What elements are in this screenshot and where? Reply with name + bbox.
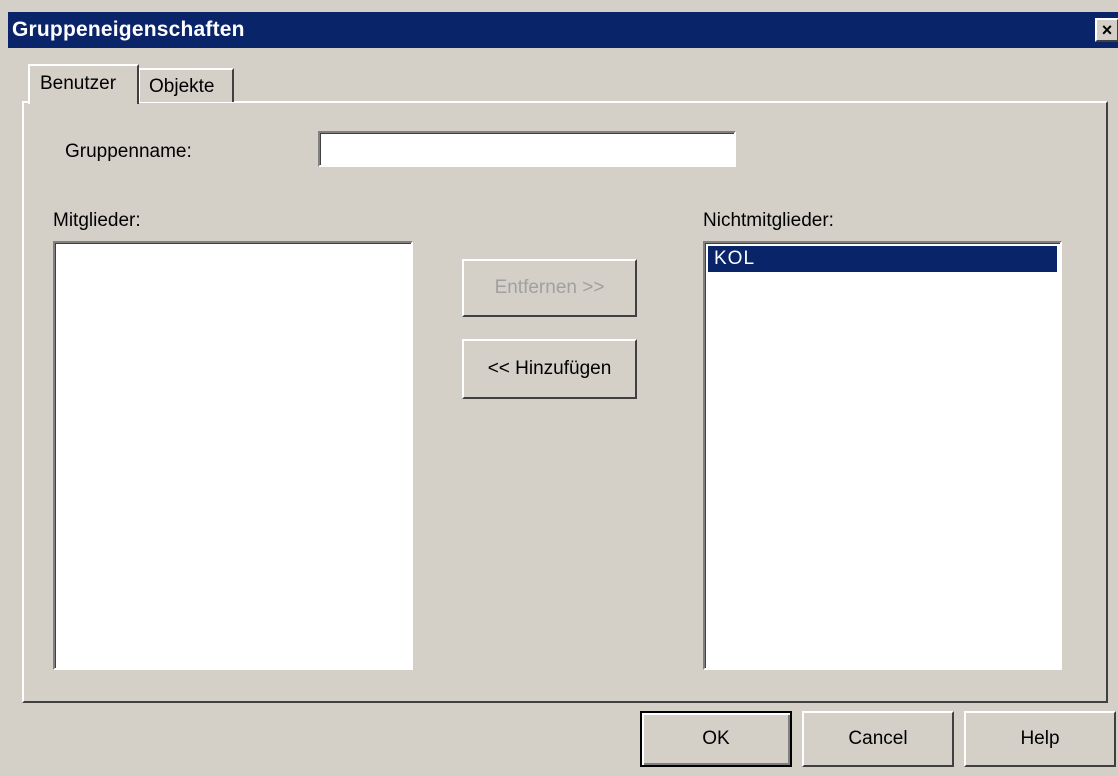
list-item[interactable]: KOL [708,246,1057,272]
group-name-input[interactable] [318,131,736,167]
remove-button[interactable]: Entfernen >> [462,259,637,317]
tab-benutzer-label: Benutzer [40,73,117,94]
members-label: Mitglieder: [53,210,141,231]
nonmembers-list[interactable]: KOL [703,241,1062,670]
dialog-window: Gruppeneigenschaften × Benutzer Objekte … [0,0,1118,776]
close-button[interactable]: × [1095,18,1118,42]
group-name-label: Gruppenname: [65,141,192,162]
cancel-button[interactable]: Cancel [802,711,954,767]
title-bar[interactable]: Gruppeneigenschaften × [8,12,1118,48]
help-button[interactable]: Help [964,711,1116,767]
ok-button[interactable]: OK [640,711,792,767]
tab-benutzer[interactable]: Benutzer [28,64,139,104]
window-title: Gruppeneigenschaften [12,18,245,41]
add-button[interactable]: << Hinzufügen [462,339,637,399]
tab-objekte-label: Objekte [149,76,215,97]
members-list[interactable] [53,241,413,670]
nonmembers-label: Nichtmitglieder: [703,210,834,231]
close-icon: × [1101,20,1113,40]
tab-objekte[interactable]: Objekte [138,68,234,102]
